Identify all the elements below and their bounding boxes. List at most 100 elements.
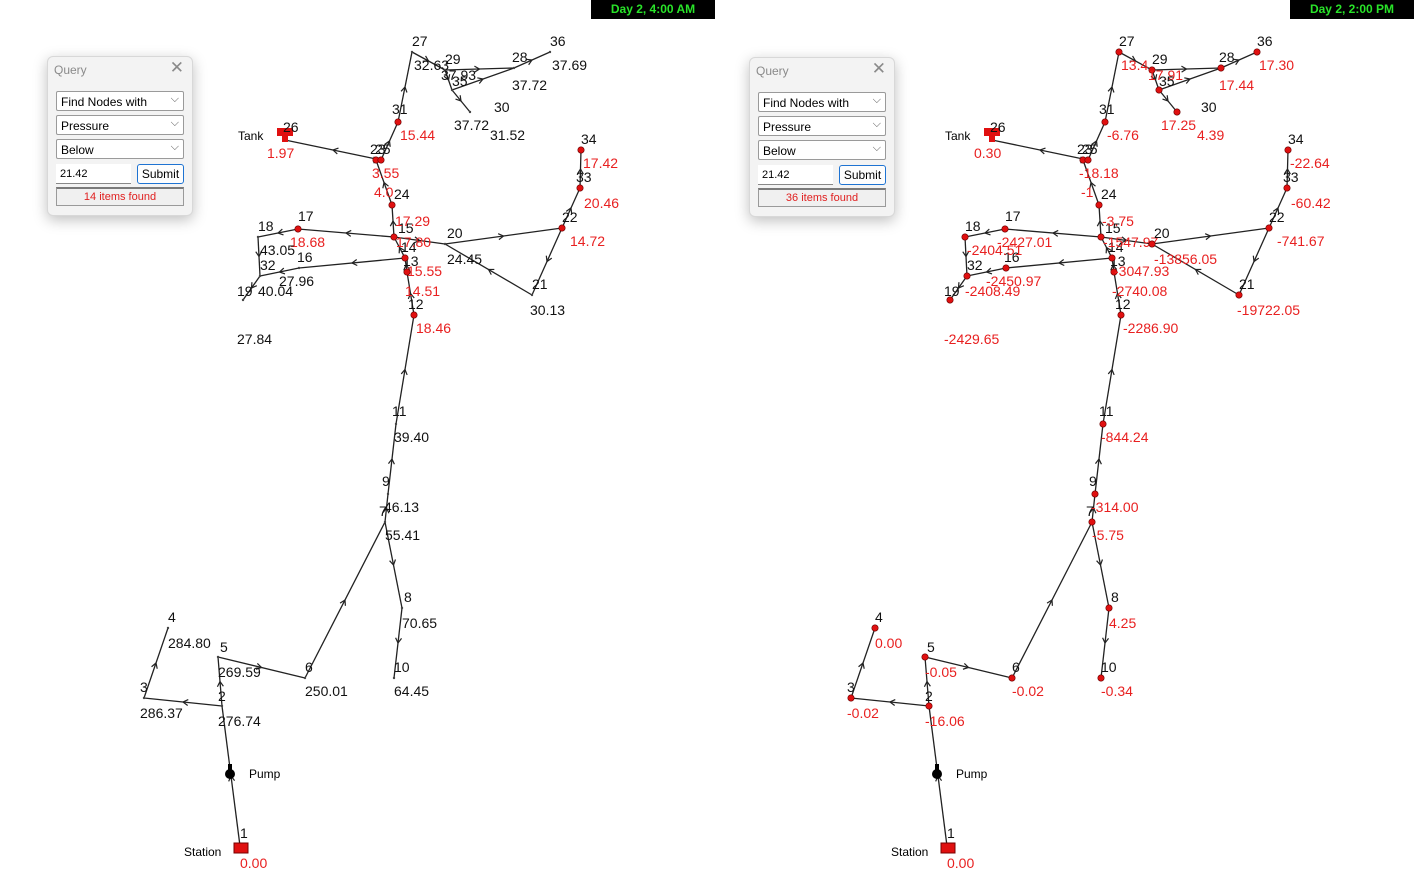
node-pressure-label: 276.74 — [218, 713, 261, 729]
network-map-right[interactable]: Pump Station Tank 1 0.00 2 -16.06 3 -0.02 4 0.00 5 -… — [707, 0, 1414, 888]
junction-node-20[interactable] — [1148, 240, 1156, 248]
junction-node-11[interactable] — [394, 422, 398, 426]
node-pressure-label: 14.51 — [405, 283, 440, 299]
node-pressure-label: 0.30 — [974, 145, 1001, 161]
junction-node-18[interactable] — [961, 233, 969, 241]
junction-node-7[interactable] — [383, 520, 387, 524]
node-id-label: 17 — [1005, 208, 1021, 224]
junction-node-30[interactable] — [1173, 108, 1181, 116]
junction-node-12[interactable] — [410, 311, 418, 319]
junction-node-16[interactable] — [1002, 264, 1010, 272]
junction-node-27[interactable] — [1115, 48, 1123, 56]
junction-node-7[interactable] — [1088, 518, 1096, 526]
junction-node-8[interactable] — [1105, 604, 1113, 612]
junction-node-4[interactable] — [166, 626, 170, 630]
node-pressure-label: -22.64 — [1290, 155, 1330, 171]
find-select[interactable]: Find Nodes with ⌵ — [56, 91, 184, 111]
junction-node-27[interactable] — [410, 50, 414, 54]
query-dialog[interactable]: Query ✕ Find Nodes with ⌵ Pressure ⌵ Below… — [47, 56, 193, 216]
junction-node-8[interactable] — [400, 606, 404, 610]
junction-node-22[interactable] — [558, 224, 566, 232]
junction-node-32[interactable] — [258, 274, 262, 278]
pump-icon[interactable] — [225, 769, 235, 779]
junction-node-12[interactable] — [1117, 311, 1125, 319]
junction-node-4[interactable] — [871, 624, 879, 632]
parameter-select[interactable]: Pressure ⌵ — [758, 116, 886, 136]
node-pressure-label: -1 — [1081, 184, 1094, 200]
node-id-label: 34 — [1288, 131, 1304, 147]
junction-node-33[interactable] — [1283, 184, 1291, 192]
close-icon[interactable]: ✕ — [872, 59, 886, 79]
junction-node-6[interactable] — [1008, 674, 1016, 682]
junction-node-21[interactable] — [1235, 291, 1243, 299]
node-pressure-label: 4.39 — [1197, 127, 1224, 143]
junction-node-32[interactable] — [963, 272, 971, 280]
junction-node-31[interactable] — [394, 118, 402, 126]
node-pressure-label: 286.37 — [140, 705, 183, 721]
junction-node-10[interactable] — [392, 676, 396, 680]
time-display: Day 2, 4:00 AM — [591, 0, 715, 19]
junction-node-5[interactable] — [216, 655, 220, 659]
reservoir-icon[interactable] — [233, 842, 249, 854]
node-pressure-label: -19722.05 — [1237, 302, 1300, 318]
station-label: Station — [891, 845, 928, 859]
pump-icon[interactable] — [932, 769, 942, 779]
junction-node-6[interactable] — [303, 676, 307, 680]
junction-node-35[interactable] — [450, 88, 454, 92]
junction-node-14[interactable] — [401, 254, 409, 262]
node-id-label: 3 — [847, 679, 855, 695]
junction-node-18[interactable] — [256, 235, 260, 239]
junction-node-24[interactable] — [1095, 201, 1103, 209]
junction-node-2[interactable] — [220, 704, 224, 708]
junction-node-34[interactable] — [1284, 146, 1292, 154]
junction-node-28[interactable] — [1217, 64, 1225, 72]
parameter-select-value: Pressure — [763, 120, 812, 134]
find-select[interactable]: Find Nodes with ⌵ — [758, 92, 886, 112]
junction-node-34[interactable] — [577, 146, 585, 154]
junction-node-21[interactable] — [530, 293, 534, 297]
relation-select[interactable]: Below ⌵ — [758, 140, 886, 160]
junction-node-36[interactable] — [1253, 48, 1261, 56]
junction-node-36[interactable] — [548, 50, 552, 54]
network-map-left[interactable]: Pump Station Tank 1 0.00 2 276.74 3 286.37 4 284.8… — [0, 0, 715, 888]
junction-node-16[interactable] — [297, 266, 301, 270]
node-pressure-label: 17.25 — [1161, 117, 1196, 133]
junction-node-25[interactable] — [1084, 156, 1092, 164]
value-input[interactable] — [758, 165, 833, 185]
junction-node-20[interactable] — [443, 242, 447, 246]
parameter-select[interactable]: Pressure ⌵ — [56, 115, 184, 135]
junction-node-9[interactable] — [1091, 490, 1099, 498]
node-pressure-label: 43.05 — [260, 242, 295, 258]
junction-node-24[interactable] — [388, 201, 396, 209]
junction-node-25[interactable] — [377, 156, 385, 164]
junction-node-9[interactable] — [386, 492, 390, 496]
submit-button[interactable]: Submit — [839, 165, 886, 185]
node-id-label: 16 — [297, 249, 313, 265]
junction-node-30[interactable] — [468, 110, 472, 114]
junction-node-28[interactable] — [512, 66, 516, 70]
value-input[interactable] — [56, 164, 131, 184]
node-pressure-label: 15.44 — [400, 127, 435, 143]
node-id-label: 31 — [1099, 101, 1115, 117]
junction-node-3[interactable] — [847, 694, 855, 702]
junction-node-17[interactable] — [294, 225, 302, 233]
junction-node-3[interactable] — [142, 696, 146, 700]
query-dialog[interactable]: Query ✕ Find Nodes with ⌵ Pressure ⌵ Below… — [749, 57, 895, 217]
node-pressure-label: -741.67 — [1277, 233, 1325, 249]
node-pressure-label: 17.42 — [583, 155, 618, 171]
junction-node-10[interactable] — [1097, 674, 1105, 682]
junction-node-31[interactable] — [1101, 118, 1109, 126]
junction-node-33[interactable] — [576, 184, 584, 192]
junction-node-14[interactable] — [1108, 254, 1116, 262]
junction-node-11[interactable] — [1099, 420, 1107, 428]
query-title: Query — [54, 63, 87, 77]
junction-node-17[interactable] — [1001, 225, 1009, 233]
junction-node-19[interactable] — [241, 298, 245, 302]
relation-select[interactable]: Below ⌵ — [56, 139, 184, 159]
junction-node-22[interactable] — [1265, 224, 1273, 232]
node-pressure-label: 17.29 — [395, 213, 430, 229]
node-pressure-label: -2740.08 — [1112, 283, 1167, 299]
submit-button[interactable]: Submit — [137, 164, 184, 184]
reservoir-icon[interactable] — [940, 842, 956, 854]
close-icon[interactable]: ✕ — [170, 58, 184, 78]
